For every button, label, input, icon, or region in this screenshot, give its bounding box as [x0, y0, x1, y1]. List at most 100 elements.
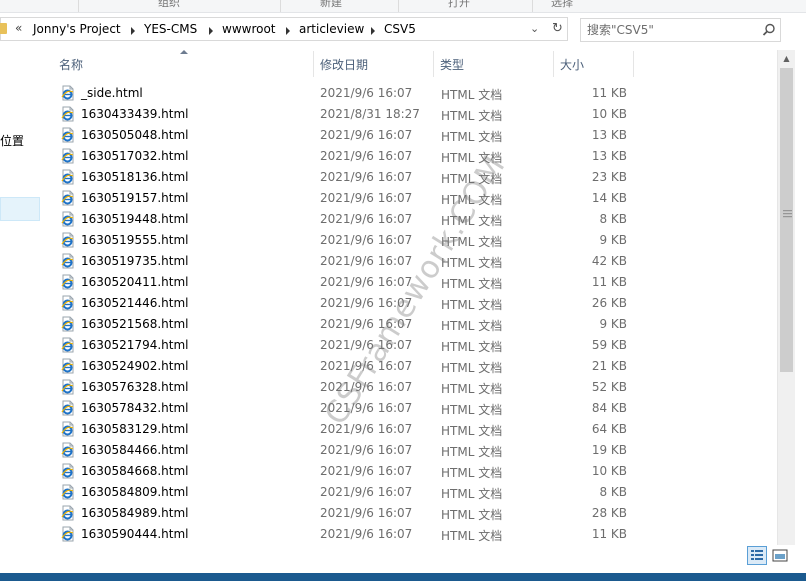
breadcrumb-yes-cms[interactable]: YES-CMS	[144, 22, 197, 36]
file-row[interactable]: 1630519448.html 2021/9/6 16:07 HTML 文档 8 KB	[60, 209, 640, 230]
file-row[interactable]: 1630519157.html 2021/9/6 16:07 HTML 文档 14 K…	[60, 188, 640, 209]
ie-html-file-icon	[61, 421, 74, 437]
file-row[interactable]: 1630584668.html 2021/9/6 16:07 HTML 文档 10 K…	[60, 461, 640, 482]
breadcrumb-jonnys-project[interactable]: Jonny's Project	[33, 22, 121, 36]
file-name: 1630521568.html	[81, 317, 189, 331]
ribbon-select[interactable]: 选择	[551, 0, 573, 10]
file-size: 21 KB	[591, 359, 627, 373]
ribbon-organize[interactable]: 组织	[158, 0, 180, 10]
column-header-date[interactable]: 修改日期	[314, 51, 434, 77]
file-row[interactable]: 1630584809.html 2021/9/6 16:07 HTML 文档 8 KB	[60, 482, 640, 503]
address-bar[interactable]: « Jonny's Project YES-CMS wwwroot articl…	[0, 17, 568, 41]
file-type: HTML 文档	[441, 361, 503, 375]
file-size: 11 KB	[591, 275, 627, 289]
file-size: 14 KB	[591, 191, 627, 205]
file-size: 9 KB	[599, 317, 627, 331]
ie-html-file-icon	[61, 463, 74, 479]
nav-item-label[interactable]: 位置	[0, 132, 24, 149]
file-type: HTML 文档	[441, 382, 503, 396]
breadcrumb-arrow-icon[interactable]	[286, 27, 290, 35]
breadcrumb-csv5[interactable]: CSV5	[384, 22, 416, 36]
column-header-type[interactable]: 类型	[434, 51, 554, 77]
file-type: HTML 文档	[441, 487, 503, 501]
sort-ascending-icon	[180, 50, 188, 54]
file-row[interactable]: _side.html 2021/9/6 16:07 HTML 文档 11 KB	[60, 83, 640, 104]
file-name: 1630524902.html	[81, 359, 189, 373]
ribbon-strip: 组织 新建 打开 选择	[0, 0, 806, 13]
ie-html-file-icon	[61, 148, 74, 164]
column-header-date-label: 修改日期	[320, 58, 369, 72]
ie-html-file-icon	[61, 337, 74, 353]
grip-icon: ― ― ―	[783, 206, 792, 222]
file-row[interactable]: 1630517032.html 2021/9/6 16:07 HTML 文档 13 K…	[60, 146, 640, 167]
ie-html-file-icon	[61, 211, 74, 227]
file-row[interactable]: 1630433439.html 2021/8/31 18:27 HTML 文档 10 …	[60, 104, 640, 125]
file-type: HTML 文档	[441, 445, 503, 459]
nav-item-selected[interactable]	[0, 197, 40, 221]
refresh-icon[interactable]: ↻	[552, 21, 563, 36]
file-modified-date: 2021/9/6 16:07	[320, 128, 413, 142]
chevron-down-icon[interactable]: ⌄	[530, 22, 539, 35]
large-icons-view-button[interactable]	[770, 546, 790, 565]
file-size: 11 KB	[591, 86, 627, 100]
file-type: HTML 文档	[441, 109, 503, 123]
column-header-name[interactable]: 名称	[44, 51, 314, 77]
file-row[interactable]: 1630518136.html 2021/9/6 16:07 HTML 文档 23 K…	[60, 167, 640, 188]
column-header-size[interactable]: 大小	[554, 51, 634, 77]
ribbon-open[interactable]: 打开	[448, 0, 470, 10]
ie-html-file-icon	[61, 232, 74, 248]
breadcrumb-arrow-icon[interactable]	[209, 27, 213, 35]
scroll-up-arrow-icon[interactable]: ▲	[778, 50, 795, 67]
file-modified-date: 2021/9/6 16:07	[320, 485, 413, 499]
file-type: HTML 文档	[441, 508, 503, 522]
file-row[interactable]: 1630584466.html 2021/9/6 16:07 HTML 文档 19 K…	[60, 440, 640, 461]
breadcrumb-articleview[interactable]: articleview	[299, 22, 364, 36]
ie-html-file-icon	[61, 106, 74, 122]
file-name: 1630576328.html	[81, 380, 189, 394]
file-modified-date: 2021/9/6 16:07	[320, 170, 413, 184]
ie-html-file-icon	[61, 484, 74, 500]
ribbon-new[interactable]: 新建	[320, 0, 342, 10]
file-modified-date: 2021/9/6 16:07	[320, 527, 413, 541]
ie-html-file-icon	[61, 316, 74, 332]
file-row[interactable]: 1630521446.html 2021/9/6 16:07 HTML 文档 26 K…	[60, 293, 640, 314]
ie-html-file-icon	[61, 400, 74, 416]
breadcrumb-arrow-icon[interactable]	[371, 27, 375, 35]
breadcrumb-wwwroot[interactable]: wwwroot	[222, 22, 276, 36]
ribbon-separator	[398, 0, 399, 12]
search-box[interactable]	[580, 18, 781, 42]
file-modified-date: 2021/9/6 16:07	[320, 464, 413, 478]
file-size: 42 KB	[591, 254, 627, 268]
file-row[interactable]: 1630584989.html 2021/9/6 16:07 HTML 文档 28 K…	[60, 503, 640, 524]
file-row[interactable]: 1630519555.html 2021/9/6 16:07 HTML 文档 9 KB	[60, 230, 640, 251]
search-icon[interactable]	[761, 22, 777, 38]
ie-html-file-icon	[61, 169, 74, 185]
window-bottom-border	[0, 573, 806, 581]
ie-html-file-icon	[61, 505, 74, 521]
file-row[interactable]: 1630521794.html 2021/9/6 16:07 HTML 文档 59 K…	[60, 335, 640, 356]
file-name: 1630519735.html	[81, 254, 189, 268]
file-size: 28 KB	[591, 506, 627, 520]
details-view-icon	[751, 550, 763, 560]
large-icons-view-icon	[772, 549, 788, 562]
file-size: 8 KB	[599, 212, 627, 226]
file-name: 1630521446.html	[81, 296, 189, 310]
column-header-type-label: 类型	[440, 58, 465, 72]
file-modified-date: 2021/9/6 16:07	[320, 191, 413, 205]
history-chevrons[interactable]: «	[15, 21, 22, 35]
file-row[interactable]: 1630521568.html 2021/9/6 16:07 HTML 文档 9 KB	[60, 314, 640, 335]
file-row[interactable]: 1630590444.html 2021/9/6 16:07 HTML 文档 11 K…	[60, 524, 640, 545]
scrollbar-thumb[interactable]: ― ― ―	[780, 68, 793, 372]
column-header-name-label: 名称	[59, 58, 84, 72]
file-row[interactable]: 1630505048.html 2021/9/6 16:07 HTML 文档 13 K…	[60, 125, 640, 146]
search-input[interactable]	[587, 22, 757, 38]
file-size: 10 KB	[591, 464, 627, 478]
navigation-pane: 位置	[0, 48, 42, 548]
details-view-button[interactable]	[747, 546, 767, 565]
file-row[interactable]: 1630520411.html 2021/9/6 16:07 HTML 文档 11 K…	[60, 272, 640, 293]
breadcrumb-arrow-icon[interactable]	[131, 27, 135, 35]
file-row[interactable]: 1630519735.html 2021/9/6 16:07 HTML 文档 42 K…	[60, 251, 640, 272]
file-name: 1630518136.html	[81, 170, 189, 184]
file-size: 13 KB	[591, 128, 627, 142]
vertical-scrollbar[interactable]: ▲ ― ― ―	[777, 50, 795, 545]
